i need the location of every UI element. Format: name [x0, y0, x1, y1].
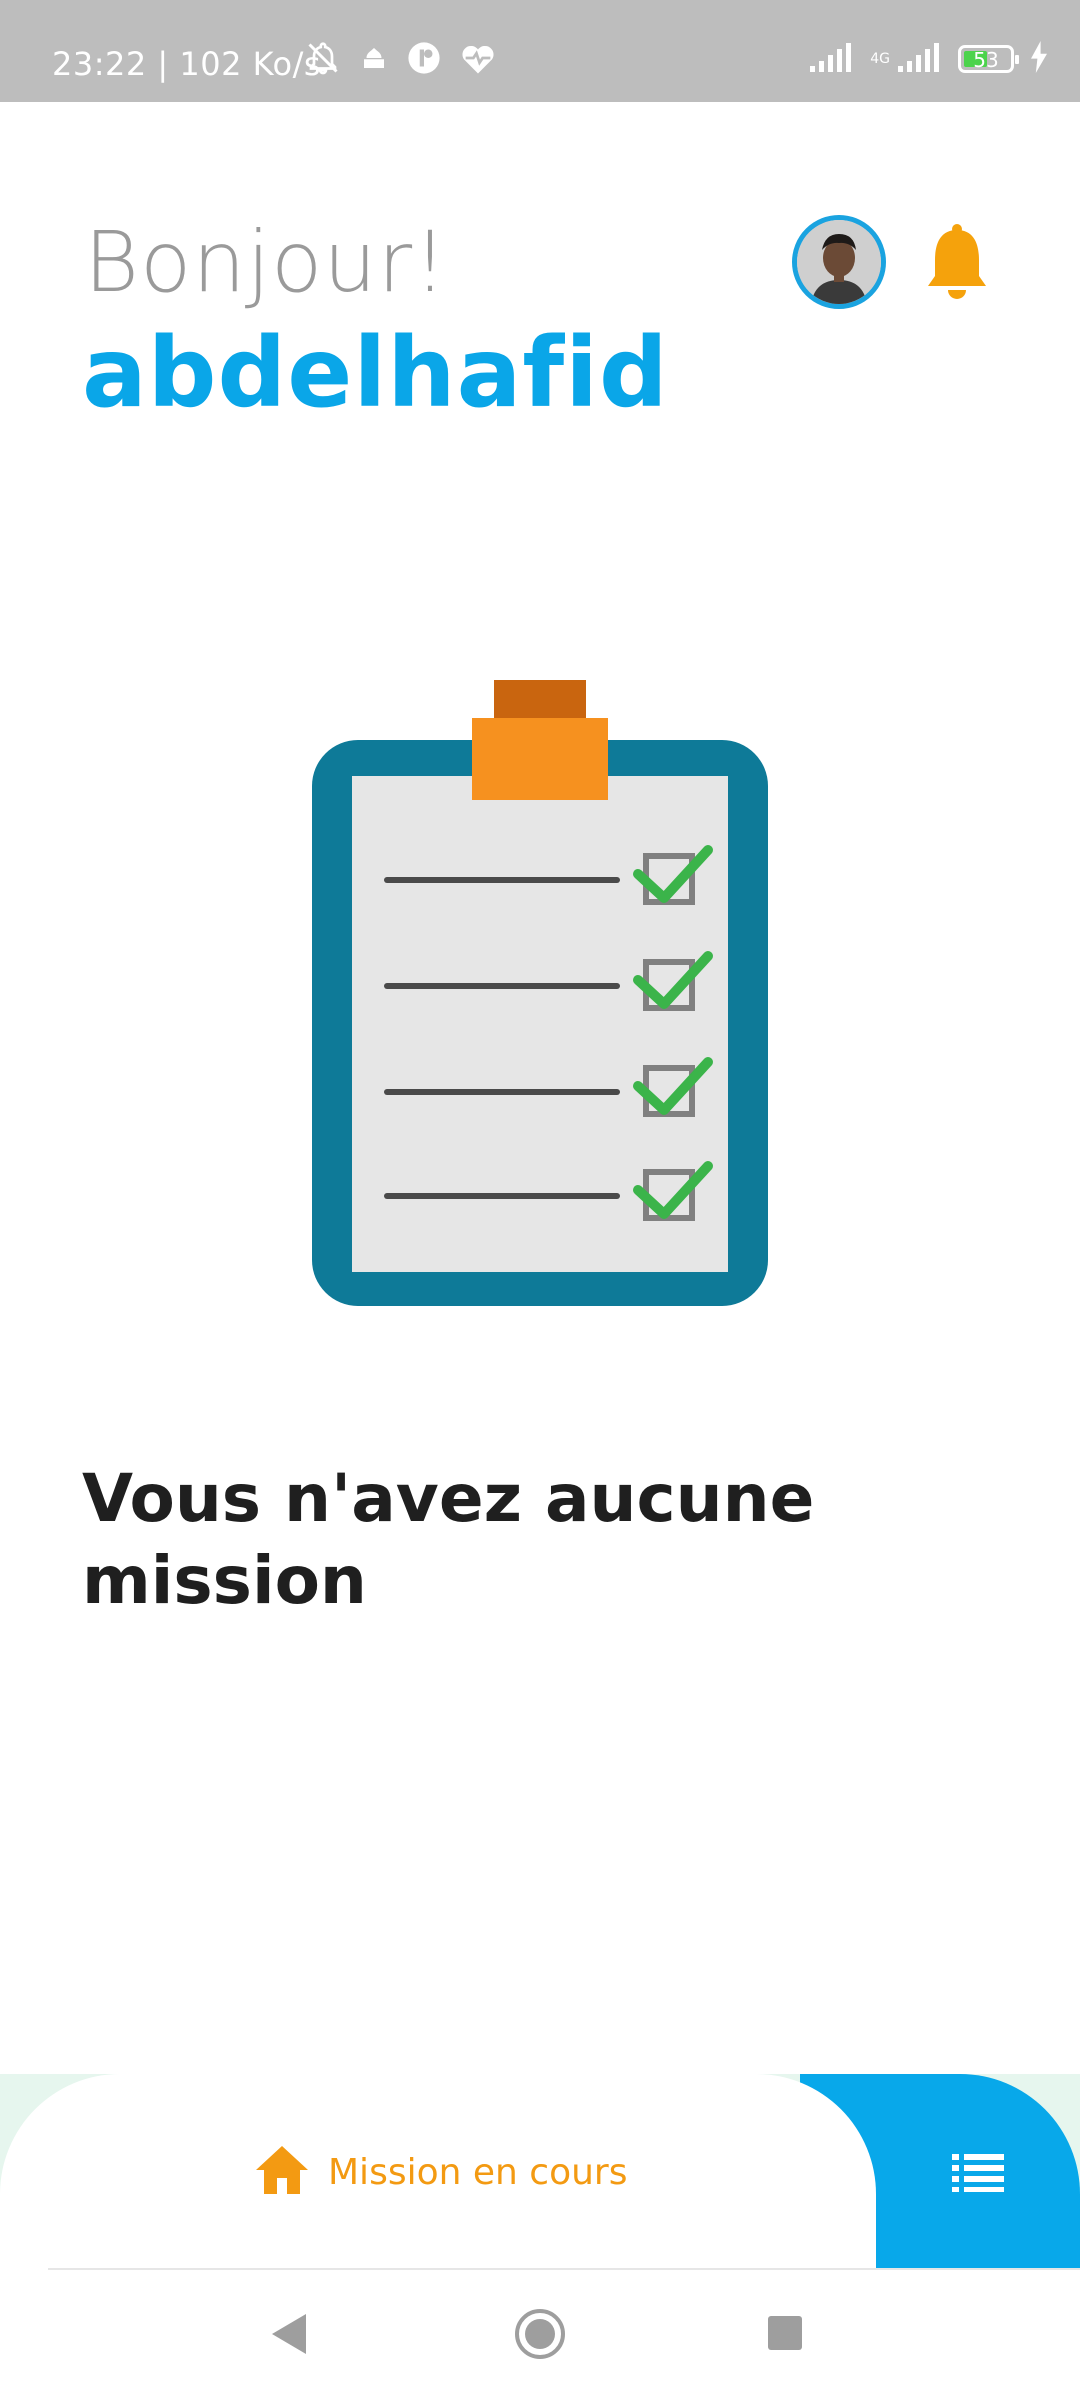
status-left-icons: [305, 40, 497, 80]
empty-missions-title: Vous n'avez aucune mission: [82, 1460, 815, 1619]
status-right-icons: 4G 53: [808, 40, 1050, 78]
home-tab-label: Mission en cours: [328, 2151, 628, 2193]
battery-level: 53: [973, 48, 999, 72]
battery-icon: 53: [958, 45, 1019, 73]
home-circle-icon[interactable]: [514, 2308, 566, 2360]
mission-en-cours-button[interactable]: Mission en cours: [254, 2140, 627, 2204]
status-time-speed: 23:22 | 102 Ko/s: [52, 45, 322, 83]
signal-icon: [808, 40, 856, 78]
avatar-photo: [797, 220, 881, 304]
avatar[interactable]: [792, 215, 886, 309]
app-icon: [407, 41, 441, 79]
clipboard-checklist-icon: [312, 680, 768, 1306]
bell-off-icon: [305, 40, 341, 80]
list-icon[interactable]: [950, 2150, 1006, 2194]
home-icon: [254, 2144, 310, 2200]
battery-tip: [1015, 55, 1019, 64]
status-bar: 23:22 | 102 Ko/s 4G 53: [0, 0, 1080, 102]
back-icon[interactable]: [270, 2312, 310, 2356]
network-type-label: 4G: [870, 51, 890, 67]
charging-icon: [1028, 41, 1050, 77]
heart-pulse-icon: [459, 41, 497, 79]
mosque-icon: [359, 43, 389, 77]
greeting-text: Bonjour!: [84, 213, 448, 311]
bell-icon[interactable]: [924, 224, 990, 304]
username-text: abdelhafid: [82, 317, 669, 429]
signal-4g-icon: [896, 40, 944, 78]
recents-icon[interactable]: [768, 2316, 802, 2350]
